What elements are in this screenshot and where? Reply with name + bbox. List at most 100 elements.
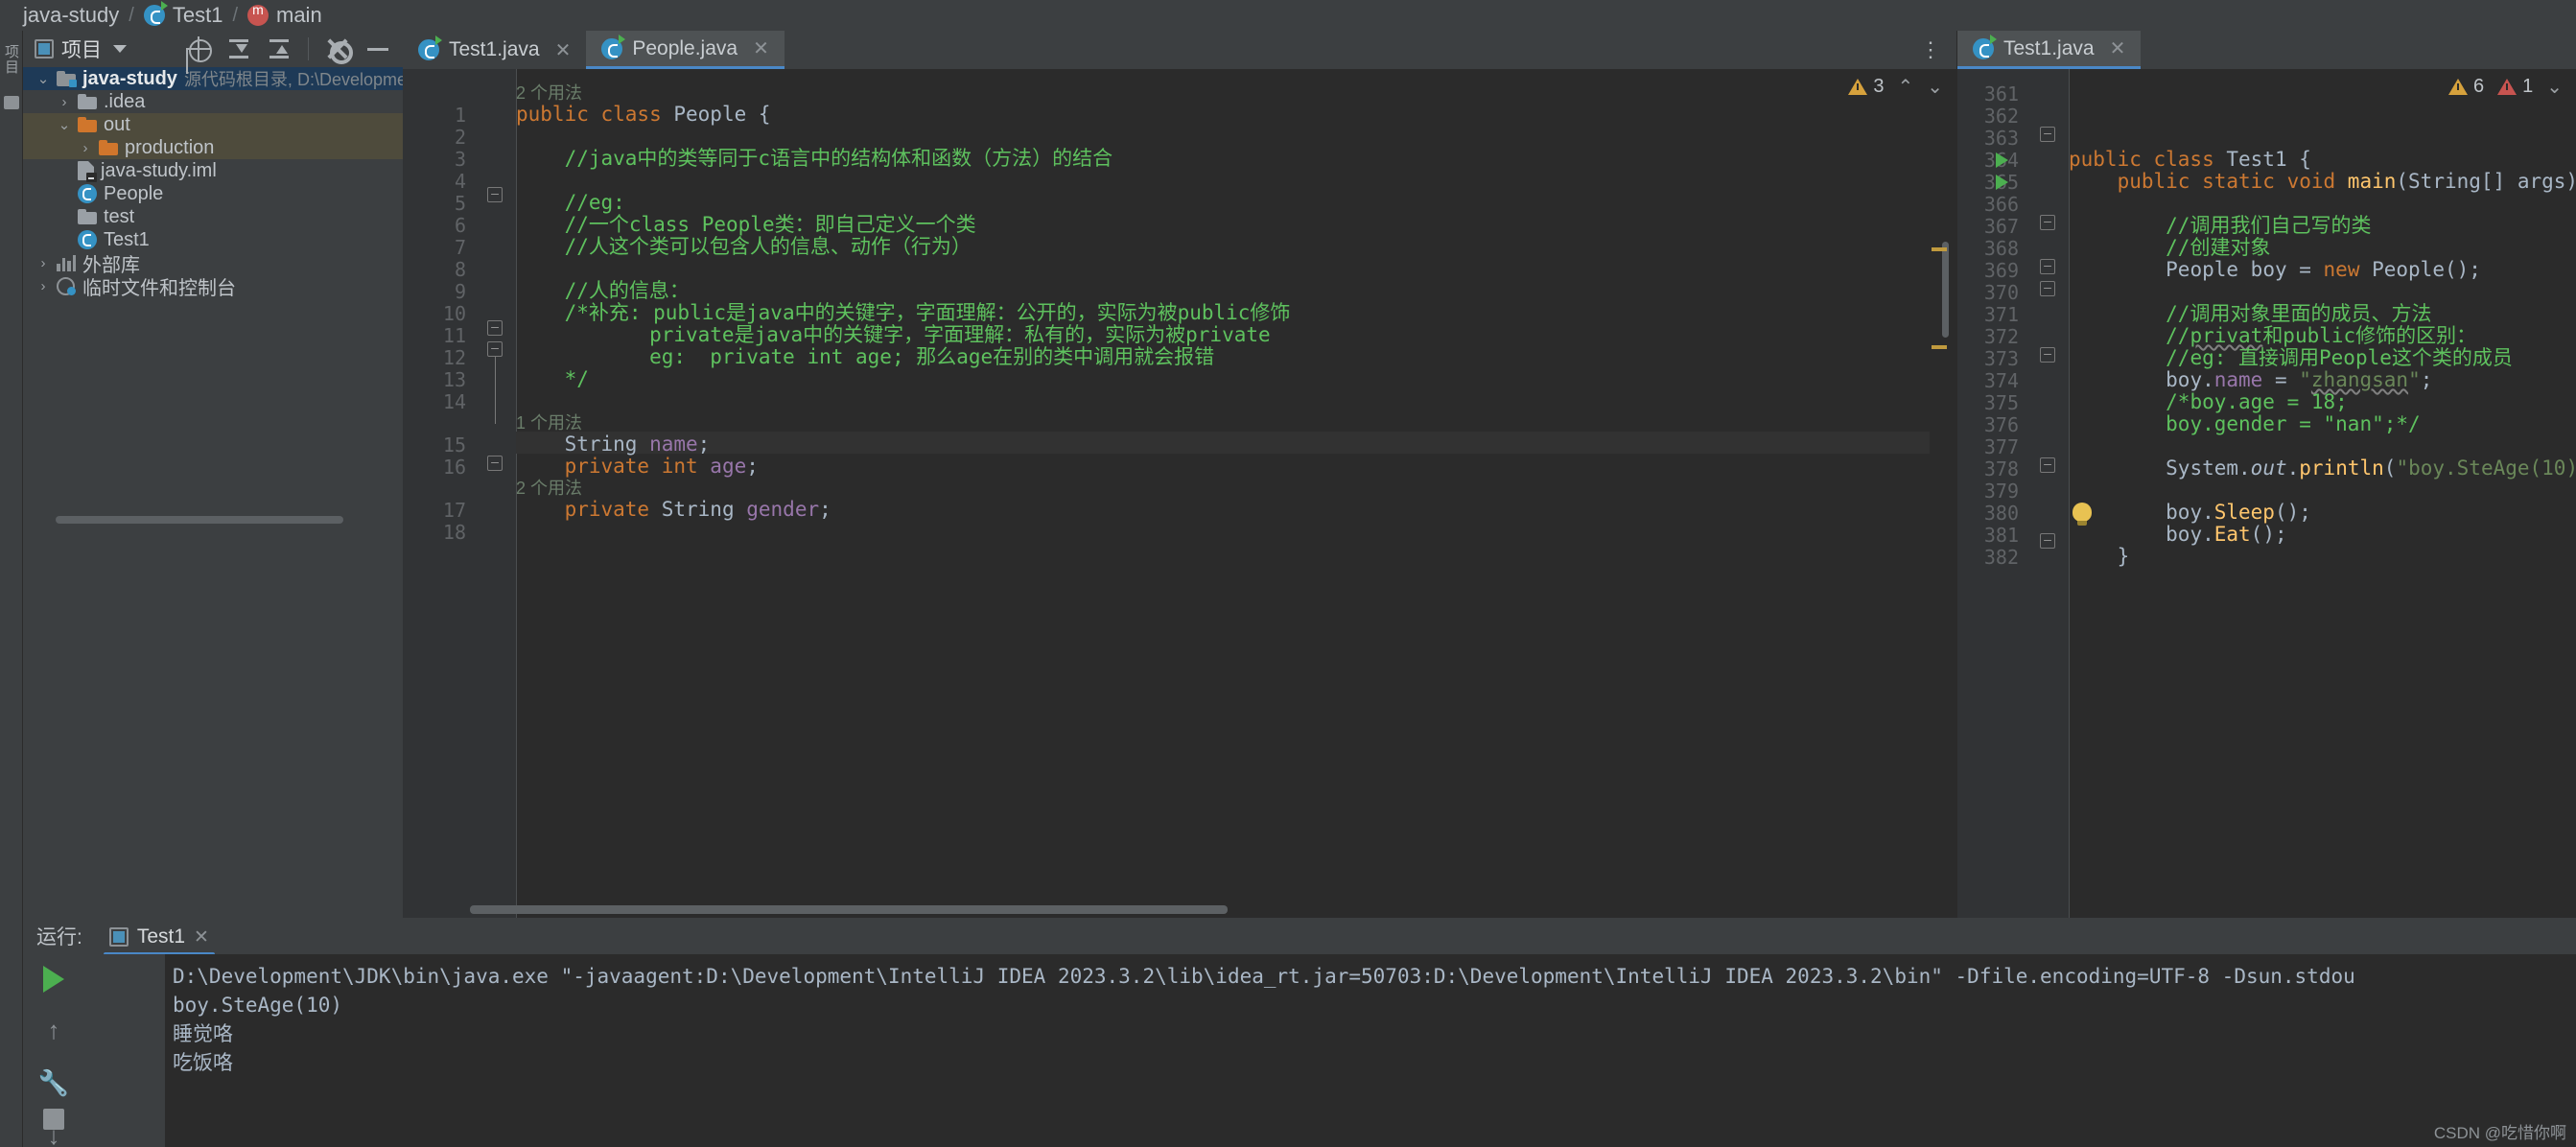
code-line[interactable]: String name; — [516, 433, 711, 456]
chevron-down-icon[interactable]: ⌄ — [36, 70, 50, 87]
locate-icon[interactable] — [186, 36, 212, 62]
tree-item-out[interactable]: ⌄ out — [23, 113, 403, 136]
code-line[interactable]: //创建对象 — [2069, 237, 2270, 259]
warning-count-badge-left[interactable]: 3 — [1848, 76, 1884, 98]
fold-toggle-icon[interactable]: – — [487, 341, 503, 357]
inspection-widget-right[interactable]: 6 1 ⌄ — [2447, 75, 2563, 99]
fold-toggle-icon[interactable]: – — [2040, 215, 2055, 230]
code-line[interactable]: boy.name = "zhangsan"; — [2069, 369, 2432, 391]
console-output[interactable]: D:\Development\JDK\bin\java.exe "-javaag… — [165, 954, 2576, 1147]
tree-item-n9[interactable]: › 临时文件和控制台 — [23, 274, 403, 299]
editor-people-java[interactable]: 1 2 3 4 5 6 7 8 9 10 11 12 13 14 15 16 17 18 – – – – 2 个用法 pu… — [403, 69, 1956, 918]
code-line[interactable]: //调用我们自己写的类 — [2069, 215, 2371, 237]
code-line[interactable]: public class People { — [516, 104, 771, 126]
fold-toggle-icon[interactable]: – — [2040, 347, 2055, 363]
code-line[interactable]: //eg: 直接调用People这个类的成员 — [2069, 347, 2513, 369]
code-line[interactable] — [516, 170, 528, 192]
tool-window-project-vertical[interactable]: 项目 — [1, 44, 21, 75]
error-count-badge-right[interactable]: 1 — [2497, 76, 2533, 98]
tree-item-people[interactable]: People — [23, 182, 403, 205]
tree-item-production[interactable]: › production — [23, 136, 403, 159]
code-line[interactable]: private是java中的关键字，字面理解：私有的，实际为被private — [516, 324, 1271, 346]
code-line[interactable]: boy.Eat(); — [2069, 524, 2286, 546]
fold-toggle-icon[interactable]: – — [487, 187, 503, 202]
code-line[interactable]: //人的信息： — [516, 280, 690, 302]
code-line[interactable]: */ — [516, 368, 589, 390]
fold-toggle-icon[interactable]: – — [2040, 457, 2055, 473]
next-problem-icon-right[interactable]: ⌄ — [2546, 75, 2563, 99]
warning-count-badge-right[interactable]: 6 — [2447, 76, 2484, 98]
chevron-down-icon[interactable] — [113, 45, 127, 53]
chevron-down-icon[interactable]: ⌄ — [58, 116, 71, 133]
breadcrumb-project[interactable]: java-study — [23, 3, 119, 28]
code-line[interactable]: private int age; — [516, 456, 759, 478]
tree-item-n8[interactable]: › 外部库 — [23, 251, 403, 276]
code-line[interactable]: //调用对象里面的成员、方法 — [2069, 303, 2431, 325]
tree-item-test[interactable]: test — [23, 205, 403, 228]
code-line[interactable]: /*boy.age = 18; — [2069, 391, 2348, 413]
code-line[interactable] — [2069, 435, 2081, 457]
tree-item-javastudyiml[interactable]: java-study.iml — [23, 159, 403, 182]
editor-tabs-left[interactable]: Test1.java ✕ People.java ✕ ⋮ — [403, 31, 1956, 69]
chevron-right-icon[interactable]: › — [36, 255, 50, 271]
fold-toggle-icon[interactable]: – — [487, 456, 503, 471]
code-line[interactable]: System.out.println("boy.SteAge(10)"); — [2069, 457, 2576, 480]
more-options-icon[interactable]: ⋮ — [1905, 31, 1956, 69]
code-line[interactable]: boy.gender = "nan";*/ — [2069, 413, 2421, 435]
expand-all-icon[interactable] — [227, 37, 250, 60]
stop-icon[interactable] — [43, 1109, 64, 1130]
code-line[interactable] — [516, 126, 528, 148]
fold-gutter-left[interactable]: – – – – — [472, 69, 516, 918]
code-line[interactable]: //privat和public修饰的区别： — [2069, 325, 2476, 347]
code-line[interactable] — [516, 521, 528, 543]
code-line[interactable] — [2069, 193, 2081, 215]
code-line[interactable] — [516, 390, 528, 412]
tree-item-idea[interactable]: › .idea — [23, 90, 403, 113]
close-icon[interactable]: ✕ — [2110, 36, 2126, 60]
code-line[interactable] — [2069, 105, 2081, 127]
code-line[interactable]: //人这个类可以包含人的信息、动作（行为） — [516, 236, 972, 258]
code-line[interactable]: public static void main(String[] args) { — [2069, 171, 2576, 193]
code-line[interactable]: boy.Sleep(); — [2069, 502, 2311, 524]
tree-item-javastudy[interactable]: ⌄ java-study 源代码根目录, D:\Development\JAVA_C… — [23, 67, 502, 90]
breadcrumb-method[interactable]: main — [247, 2, 322, 28]
run-gutter-icon[interactable] — [1996, 175, 2008, 190]
chevron-right-icon[interactable]: › — [79, 140, 92, 156]
editor-tab-peoplejava[interactable]: People.java ✕ — [586, 31, 785, 69]
breadcrumb-class[interactable]: Test1 — [143, 1, 222, 28]
code-line[interactable]: public class Test1 { — [2069, 149, 2311, 171]
left-tool-strip[interactable]: 项目 — [0, 31, 23, 1147]
chevron-right-icon[interactable]: › — [36, 278, 50, 294]
code-line[interactable] — [2069, 127, 2081, 149]
code-line[interactable] — [2069, 82, 2081, 105]
close-icon[interactable]: ✕ — [194, 926, 209, 948]
code-line[interactable] — [2069, 281, 2081, 303]
fold-toggle-icon[interactable]: – — [2040, 127, 2055, 142]
editor-tabs-right[interactable]: Test1.java ✕ — [1956, 31, 2576, 69]
code-line[interactable]: eg: private int age; 那么age在别的类中调用就会报错 — [516, 346, 1214, 368]
code-line[interactable]: /*补充: public是java中的关键字，字面理解：公开的，实际为被publ… — [516, 302, 1291, 324]
collapse-all-icon[interactable] — [268, 37, 291, 60]
editor-tab-test1java[interactable]: Test1.java ✕ — [1957, 31, 2142, 69]
fold-toggle-icon[interactable]: – — [2040, 259, 2055, 274]
editor-horizontal-scrollbar-left[interactable] — [470, 905, 1228, 914]
project-horizontal-scrollbar[interactable] — [56, 516, 343, 524]
usage-hint[interactable]: 2 个用法 — [516, 82, 582, 105]
code-line[interactable]: //java中的类等同于c语言中的结构体和函数（方法）的结合 — [516, 148, 1113, 170]
fold-toggle-icon[interactable]: – — [487, 320, 503, 336]
settings-gear-icon[interactable] — [326, 37, 353, 64]
run-tab-test1[interactable]: Test1 ✕ — [98, 920, 221, 956]
run-gutter-icon[interactable] — [1996, 152, 2008, 168]
close-icon[interactable]: ✕ — [753, 36, 769, 60]
code-line[interactable]: } — [2069, 546, 2130, 568]
usage-hint[interactable]: 2 个用法 — [516, 478, 582, 500]
code-line[interactable]: People boy = new People(); — [2069, 259, 2481, 281]
code-line[interactable]: //eg: — [516, 192, 625, 214]
prev-problem-icon[interactable]: ⌃ — [1897, 75, 1913, 99]
inspection-widget-left[interactable]: 3 ⌃ ⌄ — [1848, 75, 1943, 99]
next-problem-icon[interactable]: ⌄ — [1927, 75, 1943, 99]
fold-toggle-icon[interactable]: – — [2040, 281, 2055, 296]
code-line[interactable]: //一个class People类：即自己定义一个类 — [516, 214, 976, 236]
project-tree[interactable]: ⌄ java-study 源代码根目录, D:\Development\JAVA_C… — [23, 67, 502, 299]
editor-test1-java[interactable]: 361 362 363 364 365 366 367 368 369 370 371 372 373 3… — [1956, 69, 2576, 918]
